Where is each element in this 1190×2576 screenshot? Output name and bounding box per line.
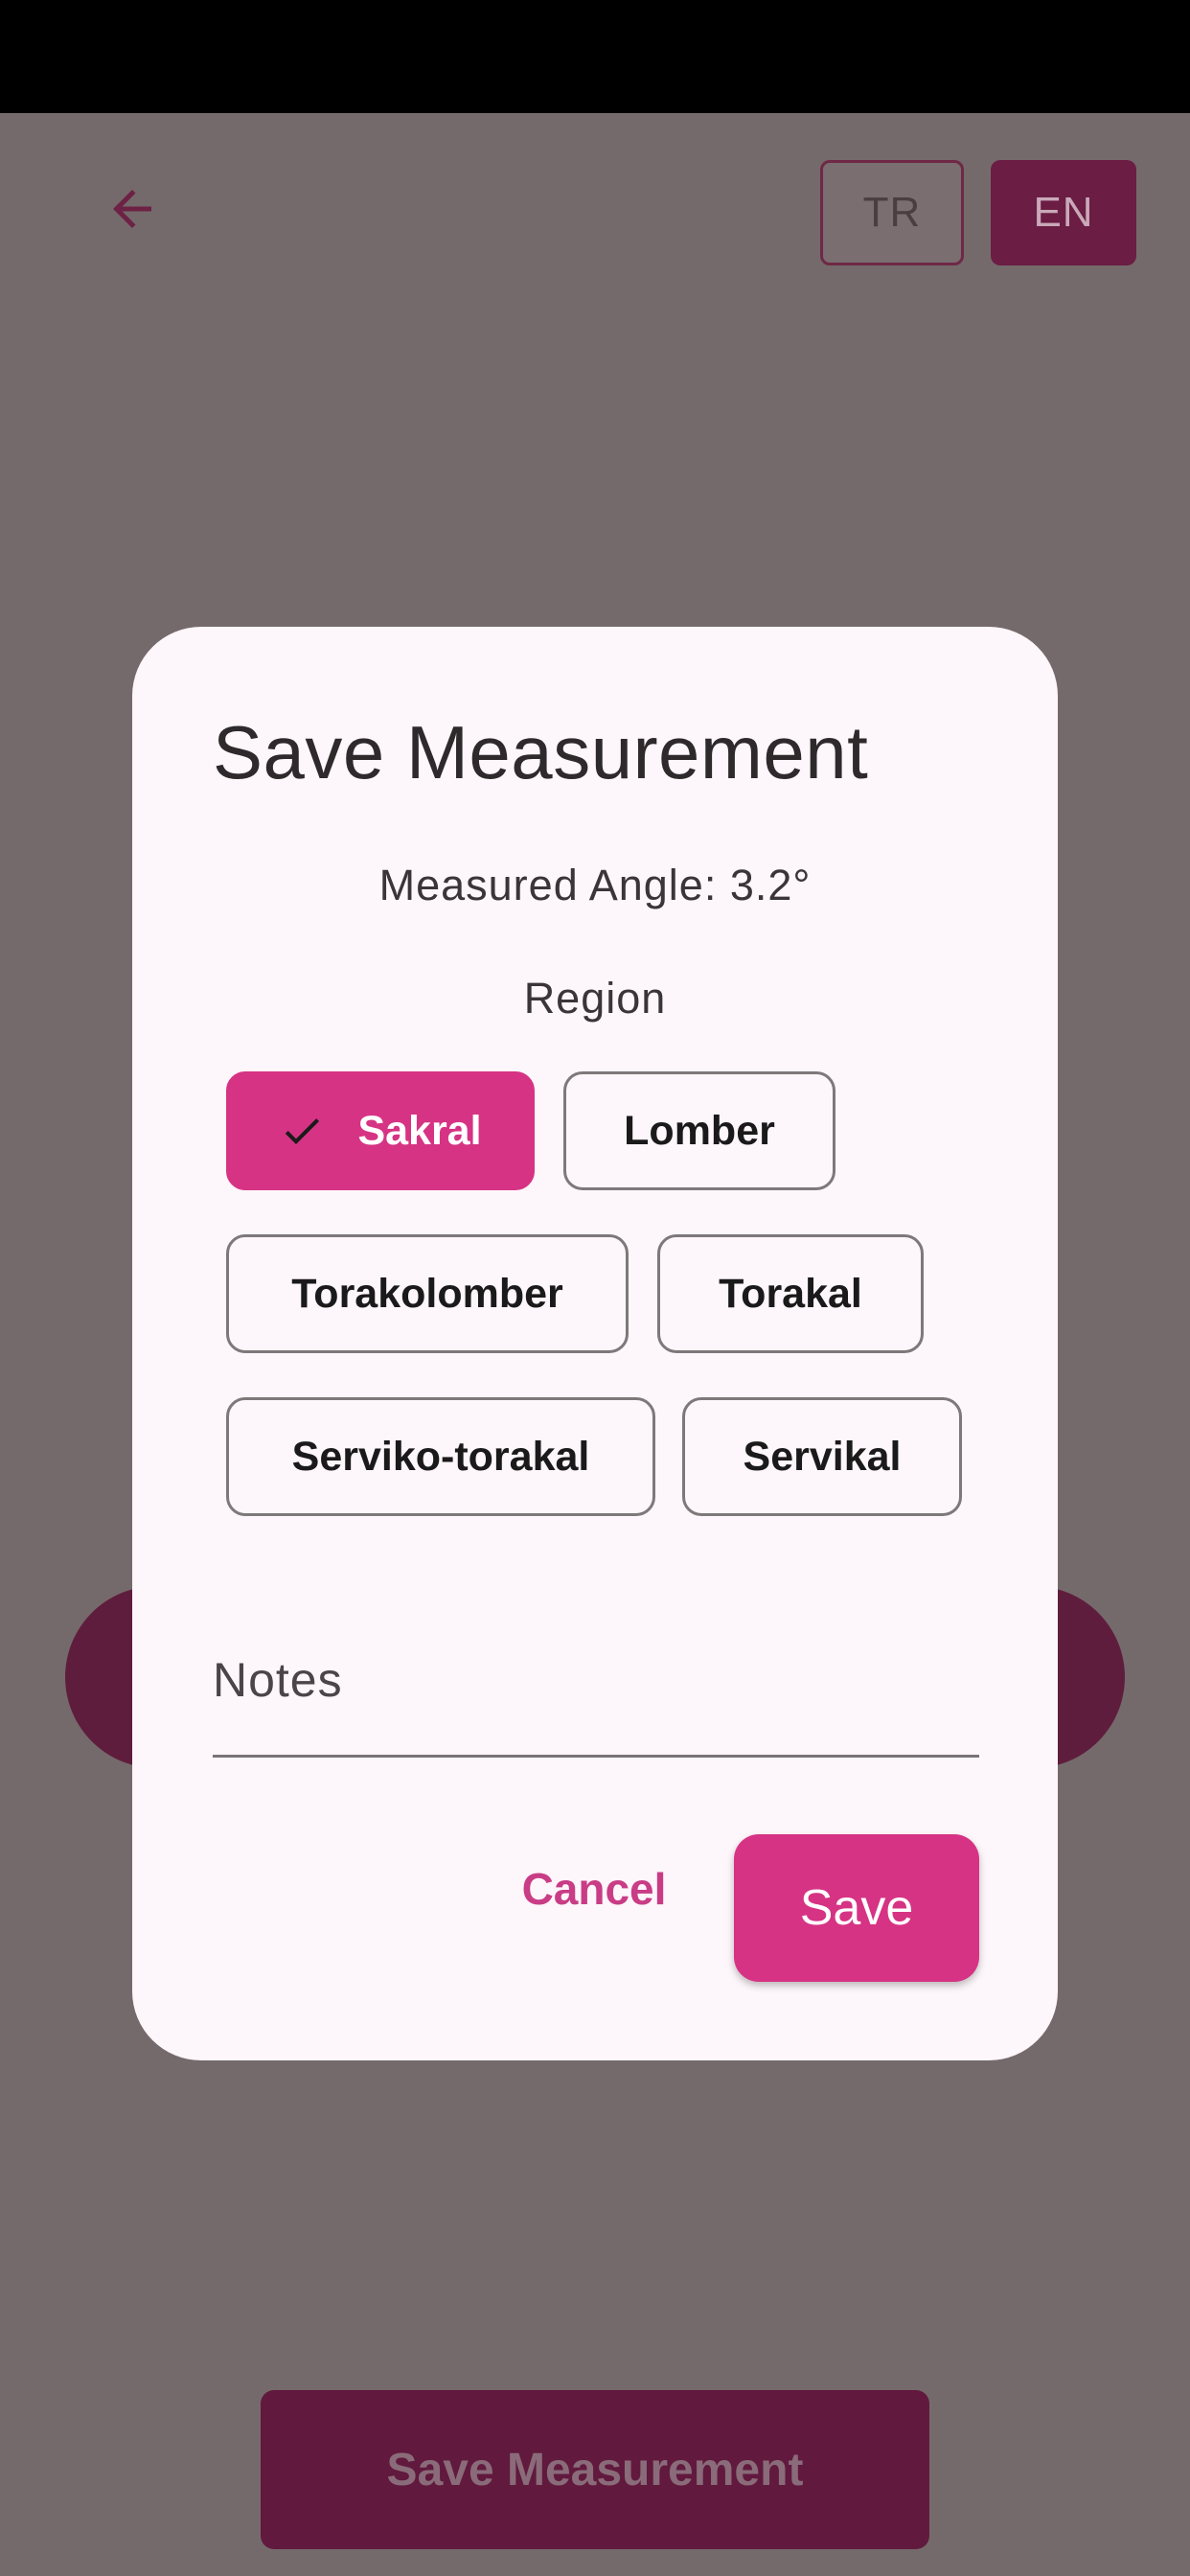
save-measurement-dialog: Save Measurement Measured Angle: 3.2° Re… [132, 627, 1058, 2060]
region-chip-label: Servikal [743, 1433, 902, 1480]
language-tr-button[interactable]: TR [820, 160, 964, 265]
region-chip-label: Torakal [719, 1270, 862, 1317]
measured-angle-text: Measured Angle: 3.2° [378, 861, 812, 909]
region-chip-label: Lomber [624, 1107, 775, 1154]
back-button[interactable] [96, 172, 169, 245]
notes-input[interactable]: Notes [213, 1623, 979, 1758]
region-chip-lomber[interactable]: Lomber [563, 1071, 835, 1190]
region-chip-torakal[interactable]: Torakal [657, 1234, 924, 1353]
save-button[interactable]: Save [734, 1834, 979, 1982]
region-chip-torakolomber[interactable]: Torakolomber [226, 1234, 629, 1353]
background-save-measurement-button[interactable]: Save Measurement [261, 2390, 929, 2549]
region-chip-serviko-torakal[interactable]: Serviko-torakal [226, 1397, 655, 1516]
region-label: Region [523, 974, 667, 1023]
dialog-title: Save Measurement [213, 710, 869, 794]
check-icon [286, 1118, 320, 1144]
region-chip-label: Sakral [357, 1107, 482, 1154]
cancel-button[interactable]: Cancel [508, 1836, 680, 1942]
region-chip-sakral[interactable]: Sakral [226, 1071, 535, 1190]
notes-label: Notes [213, 1653, 343, 1707]
region-chip-label: Torakolomber [291, 1270, 563, 1317]
region-chip-label: Serviko-torakal [291, 1433, 590, 1480]
region-chip-servikal[interactable]: Servikal [682, 1397, 962, 1516]
status-bar [0, 0, 1190, 113]
language-en-button[interactable]: EN [991, 160, 1136, 265]
arrow-left-icon [113, 190, 151, 228]
